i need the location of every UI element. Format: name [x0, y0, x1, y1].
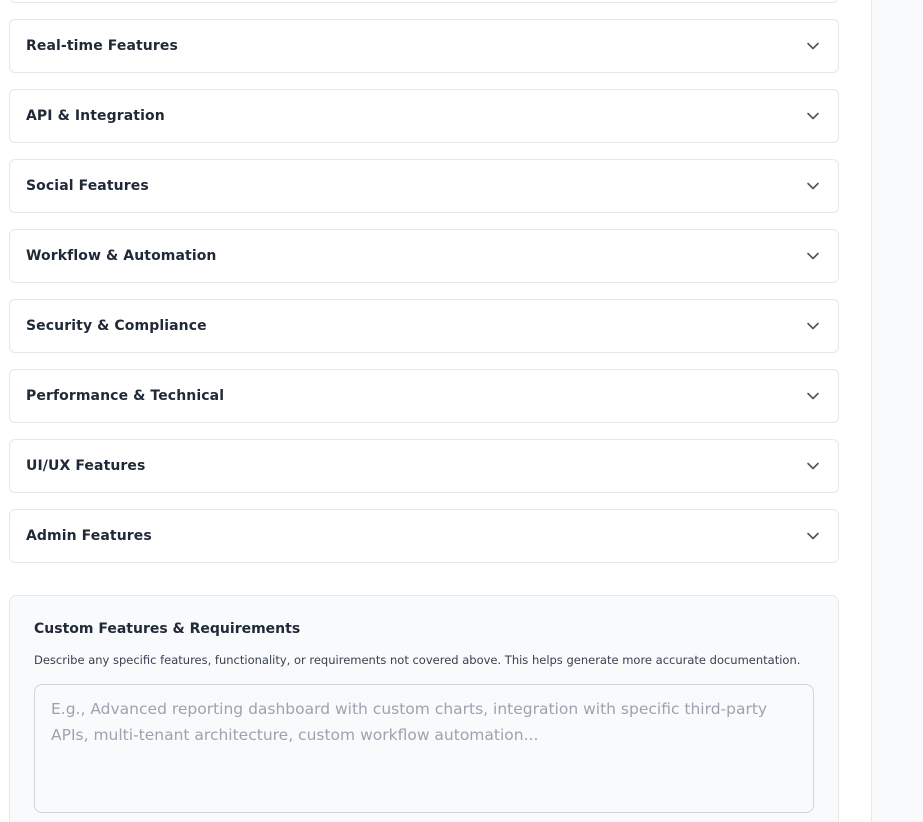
accordion-label: Real-time Features	[26, 38, 178, 54]
accordion-admin-features[interactable]: Admin Features	[9, 509, 839, 563]
app-root: Real-time Features API & Integration Soc…	[0, 0, 923, 822]
accordion-label: Performance & Technical	[26, 388, 225, 404]
chevron-down-icon	[807, 252, 819, 260]
previous-accordion-edge	[9, 0, 839, 3]
accordion-label: UI/UX Features	[26, 458, 146, 474]
chevron-down-icon	[807, 322, 819, 330]
chevron-down-icon	[807, 392, 819, 400]
custom-features-description: Describe any specific features, function…	[34, 653, 801, 667]
accordion-workflow-automation[interactable]: Workflow & Automation	[9, 229, 839, 283]
accordion-security-compliance[interactable]: Security & Compliance	[9, 299, 839, 353]
chevron-down-icon	[807, 462, 819, 470]
accordion-real-time-features[interactable]: Real-time Features	[9, 19, 839, 73]
accordion-social-features[interactable]: Social Features	[9, 159, 839, 213]
accordion-label: Workflow & Automation	[26, 248, 217, 264]
chevron-down-icon	[807, 112, 819, 120]
accordion-api-integration[interactable]: API & Integration	[9, 89, 839, 143]
chevron-down-icon	[807, 182, 819, 190]
chevron-down-icon	[807, 42, 819, 50]
accordion-performance-technical[interactable]: Performance & Technical	[9, 369, 839, 423]
custom-features-card: Custom Features & Requirements Describe …	[9, 595, 839, 822]
accordion-label: Social Features	[26, 178, 149, 194]
custom-features-title: Custom Features & Requirements	[34, 621, 301, 637]
accordion-ui-ux-features[interactable]: UI/UX Features	[9, 439, 839, 493]
right-side-panel	[871, 0, 923, 822]
accordion-label: API & Integration	[26, 108, 165, 124]
features-form: Real-time Features API & Integration Soc…	[0, 0, 871, 822]
custom-features-textarea[interactable]	[34, 684, 814, 813]
accordion-label: Admin Features	[26, 528, 152, 544]
accordion-label: Security & Compliance	[26, 318, 207, 334]
chevron-down-icon	[807, 532, 819, 540]
